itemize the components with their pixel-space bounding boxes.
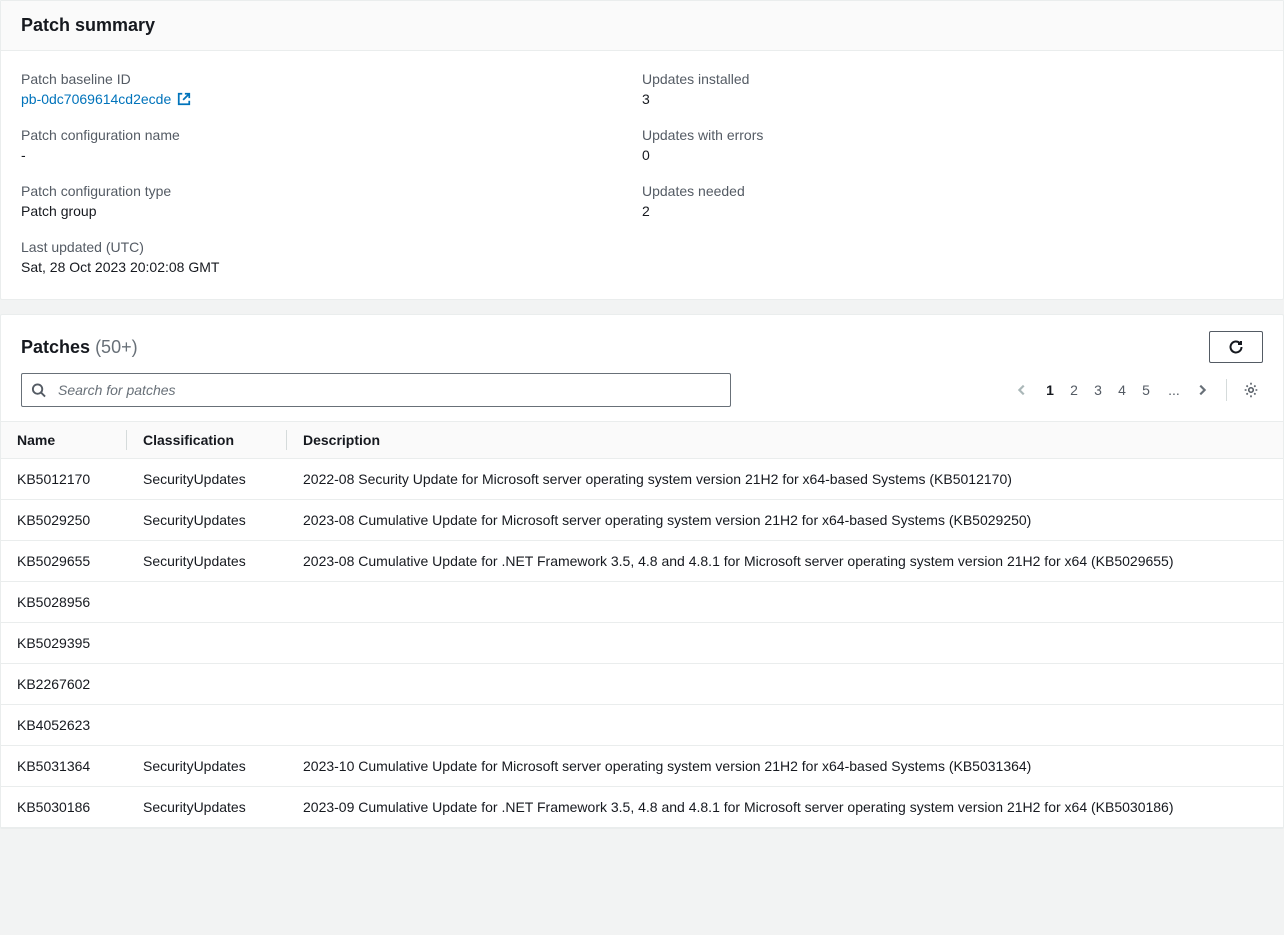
- config-name-value: -: [21, 147, 642, 163]
- chevron-left-icon: [1015, 383, 1029, 397]
- patches-header: Patches (50+): [1, 315, 1283, 373]
- table-row[interactable]: KB5012170SecurityUpdates2022-08 Security…: [1, 459, 1283, 500]
- patches-title: Patches (50+): [21, 337, 138, 358]
- col-header-description[interactable]: Description: [287, 422, 1283, 459]
- col-header-name[interactable]: Name: [1, 422, 127, 459]
- cell-classification: SecurityUpdates: [127, 746, 287, 787]
- cell-description: 2023-09 Cumulative Update for .NET Frame…: [287, 787, 1283, 828]
- cell-description: [287, 664, 1283, 705]
- patches-count: (50+): [95, 337, 138, 357]
- table-row[interactable]: KB5029395: [1, 623, 1283, 664]
- pager-separator: [1226, 379, 1227, 401]
- cell-name: KB4052623: [1, 705, 127, 746]
- cell-classification: [127, 705, 287, 746]
- refresh-button[interactable]: [1209, 331, 1263, 363]
- patches-panel: Patches (50+) 12345 ...: [0, 314, 1284, 829]
- chevron-right-icon: [1195, 383, 1209, 397]
- search-input[interactable]: [21, 373, 731, 407]
- page-number-3[interactable]: 3: [1086, 378, 1110, 402]
- table-row[interactable]: KB4052623: [1, 705, 1283, 746]
- updates-errors-value: 0: [642, 147, 1263, 163]
- page-number-4[interactable]: 4: [1110, 378, 1134, 402]
- pagination: 12345 ...: [1010, 378, 1263, 402]
- table-row[interactable]: KB5029655SecurityUpdates2023-08 Cumulati…: [1, 541, 1283, 582]
- updates-installed-label: Updates installed: [642, 71, 1263, 87]
- cell-classification: SecurityUpdates: [127, 787, 287, 828]
- kv-config-type: Patch configuration type Patch group: [21, 183, 642, 219]
- cell-description: 2022-08 Security Update for Microsoft se…: [287, 459, 1283, 500]
- page-number-1[interactable]: 1: [1038, 378, 1062, 402]
- last-updated-label: Last updated (UTC): [21, 239, 642, 255]
- patch-summary-header: Patch summary: [1, 1, 1283, 51]
- last-updated-value: Sat, 28 Oct 2023 20:02:08 GMT: [21, 259, 642, 275]
- table-row[interactable]: KB5029250SecurityUpdates2023-08 Cumulati…: [1, 500, 1283, 541]
- cell-name: KB5012170: [1, 459, 127, 500]
- search-box: [21, 373, 731, 407]
- cell-classification: [127, 582, 287, 623]
- table-header-row: Name Classification Description: [1, 422, 1283, 459]
- updates-needed-value: 2: [642, 203, 1263, 219]
- kv-last-updated: Last updated (UTC) Sat, 28 Oct 2023 20:0…: [21, 239, 642, 275]
- search-row: 12345 ...: [1, 373, 1283, 421]
- summary-col-left: Patch baseline ID pb-0dc7069614cd2ecde P…: [21, 71, 642, 275]
- cell-name: KB5029250: [1, 500, 127, 541]
- cell-name: KB5029395: [1, 623, 127, 664]
- gear-icon: [1242, 381, 1260, 399]
- kv-updates-errors: Updates with errors 0: [642, 127, 1263, 163]
- cell-name: KB2267602: [1, 664, 127, 705]
- cell-name: KB5031364: [1, 746, 127, 787]
- table-row[interactable]: KB5031364SecurityUpdates2023-10 Cumulati…: [1, 746, 1283, 787]
- kv-updates-needed: Updates needed 2: [642, 183, 1263, 219]
- cell-classification: SecurityUpdates: [127, 500, 287, 541]
- table-settings-button[interactable]: [1239, 378, 1263, 402]
- patch-summary-body: Patch baseline ID pb-0dc7069614cd2ecde P…: [1, 51, 1283, 299]
- page-ellipsis: ...: [1162, 378, 1186, 402]
- baseline-id-label: Patch baseline ID: [21, 71, 642, 87]
- summary-col-right: Updates installed 3 Updates with errors …: [642, 71, 1263, 275]
- col-header-classification[interactable]: Classification: [127, 422, 287, 459]
- cell-name: KB5029655: [1, 541, 127, 582]
- page-number-5[interactable]: 5: [1134, 378, 1158, 402]
- updates-installed-value: 3: [642, 91, 1263, 107]
- cell-classification: SecurityUpdates: [127, 459, 287, 500]
- cell-classification: [127, 664, 287, 705]
- updates-needed-label: Updates needed: [642, 183, 1263, 199]
- cell-name: KB5030186: [1, 787, 127, 828]
- cell-description: [287, 705, 1283, 746]
- cell-classification: SecurityUpdates: [127, 541, 287, 582]
- page-prev-button[interactable]: [1010, 378, 1034, 402]
- kv-updates-installed: Updates installed 3: [642, 71, 1263, 107]
- patch-summary-title: Patch summary: [21, 15, 1263, 36]
- cell-description: [287, 582, 1283, 623]
- cell-description: [287, 623, 1283, 664]
- search-icon: [31, 383, 46, 398]
- baseline-id-value: pb-0dc7069614cd2ecde: [21, 91, 171, 107]
- table-row[interactable]: KB5030186SecurityUpdates2023-09 Cumulati…: [1, 787, 1283, 828]
- cell-description: 2023-08 Cumulative Update for Microsoft …: [287, 500, 1283, 541]
- external-link-icon: [177, 92, 191, 106]
- config-type-value: Patch group: [21, 203, 642, 219]
- patches-table: Name Classification Description KB501217…: [1, 421, 1283, 828]
- refresh-icon: [1228, 339, 1244, 355]
- kv-config-name: Patch configuration name -: [21, 127, 642, 163]
- updates-errors-label: Updates with errors: [642, 127, 1263, 143]
- baseline-id-link[interactable]: pb-0dc7069614cd2ecde: [21, 91, 191, 107]
- cell-classification: [127, 623, 287, 664]
- cell-description: 2023-08 Cumulative Update for .NET Frame…: [287, 541, 1283, 582]
- cell-description: 2023-10 Cumulative Update for Microsoft …: [287, 746, 1283, 787]
- patch-summary-panel: Patch summary Patch baseline ID pb-0dc70…: [0, 0, 1284, 300]
- config-name-label: Patch configuration name: [21, 127, 642, 143]
- kv-baseline-id: Patch baseline ID pb-0dc7069614cd2ecde: [21, 71, 642, 107]
- table-row[interactable]: KB5028956: [1, 582, 1283, 623]
- config-type-label: Patch configuration type: [21, 183, 642, 199]
- page-next-button[interactable]: [1190, 378, 1214, 402]
- cell-name: KB5028956: [1, 582, 127, 623]
- patches-title-text: Patches: [21, 337, 90, 357]
- page-number-2[interactable]: 2: [1062, 378, 1086, 402]
- table-row[interactable]: KB2267602: [1, 664, 1283, 705]
